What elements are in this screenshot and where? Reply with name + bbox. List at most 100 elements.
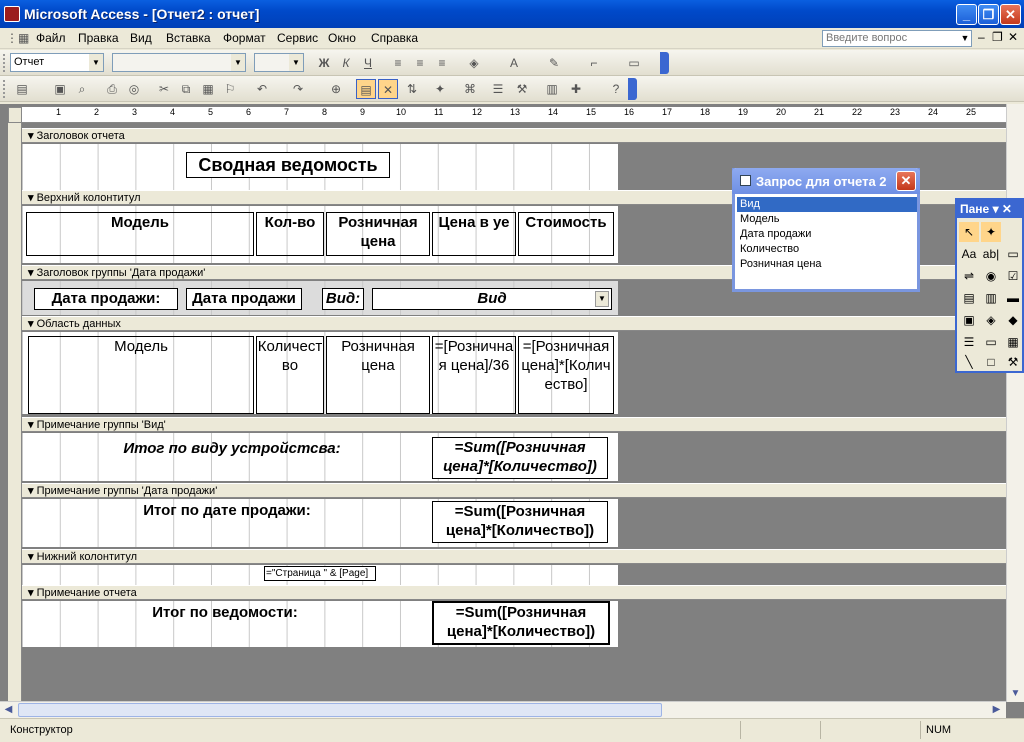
section-bar-group-footer-type[interactable]: Примечание группы 'Вид': [22, 417, 1006, 432]
section-page-footer[interactable]: ="Страница " & [Page]: [22, 565, 618, 585]
button-tool-icon[interactable]: ▬: [1003, 288, 1023, 308]
vertical-ruler[interactable]: [8, 123, 22, 701]
select-objects-icon[interactable]: ↖: [959, 222, 979, 242]
scroll-down-icon[interactable]: ▼: [1007, 686, 1024, 702]
tab-control-icon[interactable]: ▭: [981, 332, 1001, 352]
chevron-down-icon[interactable]: ▼: [289, 54, 303, 71]
chevron-down-icon[interactable]: ▼: [595, 291, 609, 307]
checkbox-icon[interactable]: ☑: [1003, 266, 1023, 286]
menu-tools[interactable]: Сервис: [277, 31, 318, 45]
detail-cost-field[interactable]: =[Розничная цена]*[Количество]: [518, 336, 614, 414]
menu-edit[interactable]: Правка: [78, 31, 119, 45]
combobox-icon[interactable]: ▤: [959, 288, 979, 308]
close-button[interactable]: ✕: [1000, 4, 1021, 25]
database-window-icon[interactable]: ▥: [542, 79, 562, 99]
special-effect-icon[interactable]: ▭: [624, 53, 644, 73]
new-object-icon[interactable]: ✚: [566, 79, 586, 99]
report-title-label[interactable]: Сводная ведомость: [186, 152, 390, 178]
autoformat-icon[interactable]: ✦: [430, 79, 450, 99]
header-price-label[interactable]: Розничная цена: [326, 212, 430, 256]
border-width-icon[interactable]: ⌐: [584, 53, 604, 73]
menu-help[interactable]: Справка: [371, 31, 418, 45]
object-combo[interactable]: Отчет ▼: [10, 53, 104, 72]
field-item-qty[interactable]: Количество: [737, 242, 917, 257]
rectangle-tool-icon[interactable]: □: [981, 352, 1001, 372]
detail-model-field[interactable]: Модель: [28, 336, 254, 414]
date-total-field[interactable]: =Sum([Розничная цена]*[Количество]): [432, 501, 608, 543]
redo-icon[interactable]: ↷: [288, 79, 308, 99]
detail-qty-field[interactable]: Количество: [256, 336, 324, 414]
report-total-field[interactable]: =Sum([Розничная цена]*[Количество]): [432, 601, 610, 645]
font-color-icon[interactable]: A: [504, 53, 524, 73]
toolbox-icon[interactable]: ✕: [378, 79, 398, 99]
view-icon[interactable]: ▤: [12, 79, 32, 99]
sorting-grouping-icon[interactable]: ⇅: [402, 79, 422, 99]
vertical-scrollbar[interactable]: ▼: [1006, 104, 1024, 702]
line-color-icon[interactable]: ✎: [544, 53, 564, 73]
field-item-model[interactable]: Модель: [737, 212, 917, 227]
image-tool-icon[interactable]: ▣: [959, 310, 979, 330]
bound-object-icon[interactable]: ◆: [1003, 310, 1023, 330]
section-bar-detail[interactable]: Область данных: [22, 316, 1006, 331]
textbox-tool-icon[interactable]: ab|: [981, 244, 1001, 264]
section-bar-report-footer[interactable]: Примечание отчета: [22, 585, 1006, 600]
section-report-header[interactable]: Сводная ведомость: [22, 144, 618, 190]
align-left-icon[interactable]: ≡: [388, 53, 408, 73]
page-number-field[interactable]: ="Страница " & [Page]: [264, 566, 376, 581]
file-search-icon[interactable]: ⌕: [72, 79, 92, 99]
more-controls-icon[interactable]: ⚒: [1003, 352, 1023, 372]
section-group-header-date[interactable]: Дата продажи: Дата продажи Вид: Вид ▼: [22, 281, 618, 315]
menu-view[interactable]: Вид: [130, 31, 152, 45]
help-icon[interactable]: ?: [606, 79, 626, 99]
toolbar-options-icon[interactable]: [660, 52, 669, 74]
scroll-thumb[interactable]: [18, 703, 662, 717]
subform-icon[interactable]: ▦: [1003, 332, 1023, 352]
scroll-right-icon[interactable]: ▶: [988, 702, 1005, 718]
help-dropdown-icon[interactable]: ▼: [958, 30, 972, 47]
date-total-label[interactable]: Итог по дате продажи:: [132, 501, 322, 523]
menu-file[interactable]: Файл: [36, 31, 66, 45]
section-detail[interactable]: Модель Количество Розничная цена =[Розни…: [22, 332, 618, 414]
format-painter-icon[interactable]: ⚐: [220, 79, 240, 99]
detail-price-field[interactable]: Розничная цена: [326, 336, 430, 414]
report-selector[interactable]: [8, 107, 22, 123]
align-right-icon[interactable]: ≡: [432, 53, 452, 73]
type-combo-field[interactable]: Вид ▼: [372, 288, 612, 310]
print-icon[interactable]: ⎙: [102, 79, 122, 99]
header-qty-label[interactable]: Кол-во: [256, 212, 324, 256]
undo-icon[interactable]: ↶: [252, 79, 272, 99]
close-icon[interactable]: ✕: [896, 171, 916, 191]
radio-button-icon[interactable]: ◉: [981, 266, 1001, 286]
type-label[interactable]: Вид:: [322, 288, 364, 310]
menu-format[interactable]: Формат: [223, 31, 266, 45]
type-total-field[interactable]: =Sum([Розничная цена]*[Количество]): [432, 437, 608, 479]
toolbar-options-icon[interactable]: [628, 78, 637, 100]
date-sold-field[interactable]: Дата продажи: [186, 288, 302, 310]
label-tool-icon[interactable]: Aa: [959, 244, 979, 264]
menu-window[interactable]: Окно: [328, 31, 356, 45]
field-item-price[interactable]: Розничная цена: [737, 257, 917, 272]
toolbar-grip[interactable]: [3, 54, 6, 72]
field-list-title[interactable]: Запрос для отчета 2 ✕: [732, 168, 920, 194]
print-preview-icon[interactable]: ◎: [124, 79, 144, 99]
restore-button[interactable]: ❐: [978, 4, 999, 25]
toolbox-title[interactable]: Пане ▾ ✕: [957, 200, 1022, 218]
option-group-icon[interactable]: ▭: [1003, 244, 1023, 264]
cut-icon[interactable]: ✂: [154, 79, 174, 99]
font-size-combo[interactable]: ▼: [254, 53, 304, 72]
unbound-object-icon[interactable]: ◈: [981, 310, 1001, 330]
menu-insert[interactable]: Вставка: [166, 31, 211, 45]
section-group-footer-type[interactable]: Итог по виду устройстсва: =Sum([Рознична…: [22, 433, 618, 481]
fill-color-icon[interactable]: ◈: [464, 53, 484, 73]
field-item-date[interactable]: Дата продажи: [737, 227, 917, 242]
header-cost-label[interactable]: Стоимость: [518, 212, 614, 256]
hyperlink-icon[interactable]: ⊕: [326, 79, 346, 99]
horizontal-scrollbar[interactable]: ◀ ▶: [0, 701, 1006, 718]
section-report-footer[interactable]: Итог по ведомости: =Sum([Розничная цена]…: [22, 601, 618, 647]
font-combo[interactable]: ▼: [112, 53, 246, 72]
detail-price-ue-field[interactable]: =[Розничная цена]/36: [432, 336, 516, 414]
report-total-label[interactable]: Итог по ведомости:: [140, 603, 310, 625]
properties-icon[interactable]: ☰: [488, 79, 508, 99]
page-break-icon[interactable]: ☰: [959, 332, 979, 352]
mdi-restore-icon[interactable]: ❐: [992, 30, 1003, 44]
